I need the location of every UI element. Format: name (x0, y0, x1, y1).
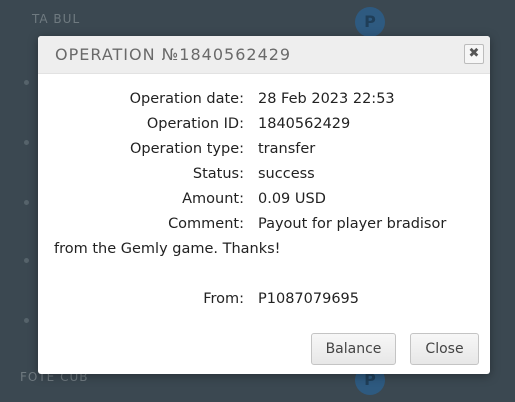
comment-label: Comment: (168, 216, 244, 232)
payeer-badge-icon: P (355, 7, 385, 37)
amount-label: Amount: (182, 191, 244, 207)
status-label: Status: (192, 166, 244, 182)
comment-value-line2: from the Gemly game. Thanks! (54, 241, 281, 257)
background-item-label: TA BUL (32, 12, 81, 26)
close-button[interactable]: Close (410, 333, 479, 365)
close-icon[interactable]: ✖ (464, 44, 484, 64)
background-bullet (24, 258, 29, 263)
operation-type-value: transfer (258, 141, 316, 157)
operation-id-value: 1840562429 (258, 116, 351, 132)
dialog-title: OPERATION №1840562429 (55, 45, 292, 64)
amount-value: 0.09 USD (258, 191, 326, 207)
status-value: success (258, 166, 315, 182)
background-bullet (24, 200, 29, 205)
background-bullet (24, 318, 29, 323)
balance-button[interactable]: Balance (311, 333, 396, 365)
operation-date-value: 28 Feb 2023 22:53 (258, 91, 395, 107)
operation-type-label: Operation type: (129, 141, 244, 157)
background-bullet (24, 140, 29, 145)
from-value: P1087079695 (258, 291, 359, 307)
operation-dialog: OPERATION №1840562429 ✖ Operation date: … (38, 36, 490, 374)
from-label: From: (203, 291, 244, 307)
background-bullet (24, 80, 29, 85)
operation-date-label: Operation date: (129, 91, 244, 107)
dialog-header: OPERATION №1840562429 ✖ (38, 36, 490, 74)
operation-id-label: Operation ID: (146, 116, 244, 132)
comment-value-line1: Payout for player bradisor (258, 216, 447, 232)
